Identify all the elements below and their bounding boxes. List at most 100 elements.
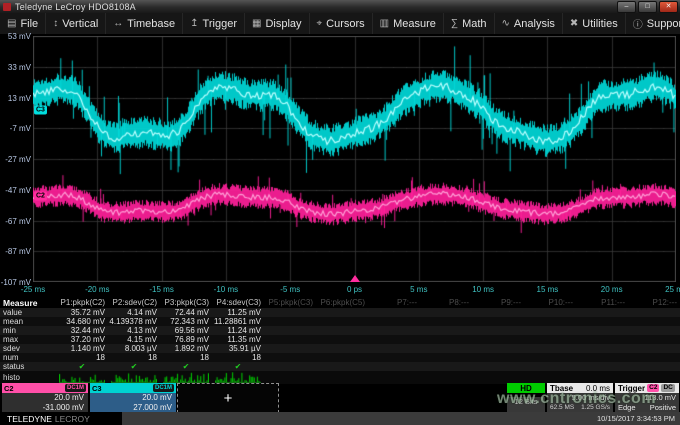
waveform-plot[interactable]: 53 mV33 mV13 mV-7 mV-27 mV-47 mV-67 mV-8… [0,34,680,297]
measure-row-label: sdev [0,344,56,353]
measure-row-label: min [0,326,56,335]
param-header-p3[interactable]: P3:pkpk(C3) [160,298,212,307]
p3-sdev: 1.892 mV [160,344,212,353]
p2-num: 18 [108,353,160,362]
tbase-rate: 1.25 GS/s [581,403,610,413]
x-axis-label: 15 ms [536,285,558,294]
c3-offset: 27.000 mV [90,403,172,413]
p4-mean: 11.28861 mV [212,317,264,326]
param-header-p6[interactable]: P6:pkpk(C5) [316,298,368,307]
c3-label: C3 [92,384,102,393]
param-header-p9[interactable]: P9:--- [472,298,524,307]
hd-mode-box[interactable]: HD 12 Bits [507,383,545,412]
timestamp: 10/15/2017 3:34:53 PM [597,414,675,423]
y-axis-label: -67 mV [0,217,31,226]
x-axis-label: -5 ms [280,285,300,294]
menu-support[interactable]: ⓘSupport [626,13,680,34]
p4-max: 11.35 mV [212,335,264,344]
p1-histogram [56,372,108,383]
p4-sdev: 35.91 µV [212,344,264,353]
menu-timebase[interactable]: ↔Timebase [106,13,183,34]
param-header-p7[interactable]: P7:--- [368,298,420,307]
c2-scale: 20.0 mV [2,393,84,403]
trigger-label: Trigger [618,384,645,393]
param-header-p10[interactable]: P10:--- [524,298,576,307]
menu-trigger[interactable]: ↥Trigger [183,13,245,34]
p3-max: 76.89 mV [160,335,212,344]
timebase-descriptor[interactable]: Tbase 0.0 ms 5.00 ms/div 62.5 MS 1.25 GS… [547,383,613,412]
trigger-descriptor[interactable]: Trigger C2 DC 113.0 mV Edge Positive [615,383,679,412]
measure-row-label: mean [0,317,56,326]
menu-measure[interactable]: ▥Measure [373,13,444,34]
c2-coupling-badge: DC1M [65,384,86,392]
p3-mean: 72.343 mV [160,317,212,326]
app-icon [3,3,11,11]
c3-coupling-badge: DC1M [153,384,174,392]
menu-display[interactable]: ▦Display [245,13,310,34]
vertical-icon: ↕ [53,18,58,29]
minimize-button[interactable]: – [617,1,636,13]
cursors-icon: ⌖ [317,18,323,29]
p3-status-icon: ✔ [160,362,212,371]
channel-marker-c2[interactable]: C2 [34,191,47,200]
menu-file[interactable]: ▤File [0,13,46,34]
param-header-p8[interactable]: P8:--- [420,298,472,307]
close-button[interactable]: ✕ [659,1,678,13]
p2-sdev: 8.003 µV [108,344,160,353]
measure-icon: ▥ [380,18,389,29]
brand-logo: TELEDYNELECROY [0,414,120,424]
p2-min: 4.13 mV [108,326,160,335]
p4-num: 18 [212,353,264,362]
c2-label: C2 [4,384,14,393]
y-axis-label: -7 mV [0,124,31,133]
trigger-source-badge: C2 [647,384,659,392]
p1-value: 35.72 mV [56,308,108,317]
param-header-p2[interactable]: P2:sdev(C2) [108,298,160,307]
x-axis-label: -10 ms [214,285,238,294]
x-axis-label: -25 ms [21,285,45,294]
measure-row-label: status [0,362,56,371]
tbase-scale: 5.00 ms/div [550,393,610,403]
menu-vertical[interactable]: ↕Vertical [46,13,106,34]
waveform-canvas[interactable] [33,36,676,282]
param-header-p11[interactable]: P11:--- [576,298,628,307]
menu-utilities[interactable]: ✖Utilities [563,13,626,34]
param-header-p12[interactable]: P12:--- [628,298,680,307]
add-channel-button[interactable]: + [177,383,279,413]
param-header-p4[interactable]: P4:sdev(C3) [212,298,264,307]
p1-mean: 34.680 mV [56,317,108,326]
y-axis-label: -27 mV [0,155,31,164]
menu-cursors[interactable]: ⌖Cursors [310,13,373,34]
footer-strip: TELEDYNELECROY 10/15/2017 3:34:53 PM [0,412,680,425]
file-icon: ▤ [7,18,16,29]
trigger-time-marker[interactable] [350,275,360,282]
x-axis-label: 5 ms [410,285,427,294]
measure-title: Measure [0,298,56,308]
param-header-p5[interactable]: P5:pkpk(C3) [264,298,316,307]
y-axis-label: 13 mV [0,94,31,103]
measure-row-label: num [0,353,56,362]
menu-math[interactable]: ∑Math [444,13,495,34]
x-axis-label: 10 ms [472,285,494,294]
channel-marker-c3[interactable]: C3 [34,105,47,114]
p1-max: 37.20 mV [56,335,108,344]
channel-c2-descriptor[interactable]: C2 DC1M 20.0 mV -31.000 mV [2,383,88,412]
p2-status-icon: ✔ [108,362,160,371]
p1-status-icon: ✔ [56,362,108,371]
param-header-p1[interactable]: P1:pkpk(C2) [56,298,108,307]
menubar: ▤File↕Vertical↔Timebase↥Trigger▦Display⌖… [0,13,680,35]
maximize-button[interactable]: □ [638,1,657,13]
x-axis-label: 20 ms [601,285,623,294]
p4-min: 11.24 mV [212,326,264,335]
p1-num: 18 [56,353,108,362]
p3-num: 18 [160,353,212,362]
trigger-coupling-badge: DC [661,384,674,392]
status-bar: 10/15/2017 3:34:53 PM [120,412,680,425]
tbase-label: Tbase [550,384,573,393]
tbase-samples: 62.5 MS [550,403,574,413]
timebase-icon: ↔ [113,18,123,29]
support-icon: ⓘ [633,16,643,31]
channel-c3-descriptor[interactable]: C3 DC1M 20.0 mV 27.000 mV [90,383,176,412]
menu-analysis[interactable]: ∿Analysis [495,13,563,34]
tbase-delay: 0.0 ms [586,384,610,393]
